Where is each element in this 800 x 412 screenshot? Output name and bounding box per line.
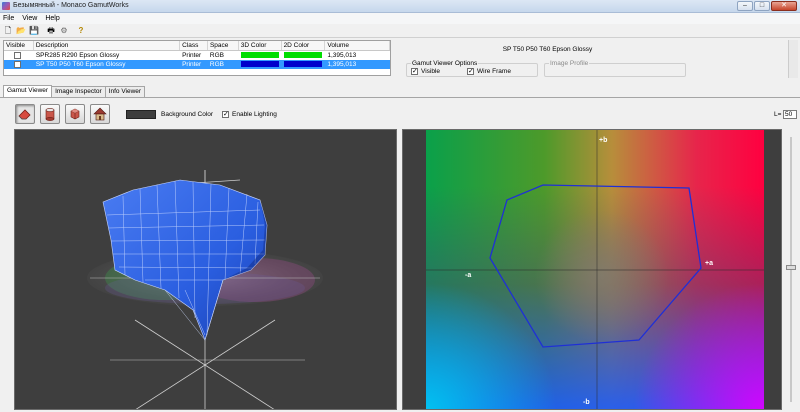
minimize-button[interactable]: – <box>737 1 753 11</box>
tab-divider <box>0 97 800 98</box>
gamut-viewer-options-group: Gamut Viewer Options ✓ Visible ✓ Wire Fr… <box>406 60 538 77</box>
l-slider[interactable] <box>784 129 798 410</box>
image-profile-group: Image Profile <box>544 60 686 77</box>
column-header-description[interactable]: Description <box>34 41 181 50</box>
visible-option-label: Visible <box>421 68 441 75</box>
eraser-icon <box>18 109 31 120</box>
gamut-viewer-options-label: Gamut Viewer Options <box>411 60 479 67</box>
house-icon <box>93 107 107 121</box>
column-header-2d-color[interactable]: 2D Color <box>282 41 326 50</box>
menu-help[interactable]: Help <box>45 15 59 22</box>
axis-label-minus-a: -a <box>465 272 472 279</box>
color-3d-swatch[interactable] <box>240 61 279 67</box>
tab-gamut-viewer[interactable]: Gamut Viewer <box>3 85 53 97</box>
column-header-volume[interactable]: Volume <box>325 41 390 50</box>
new-icon[interactable]: 🗋 <box>3 26 13 36</box>
enable-lighting-label: Enable Lighting <box>232 111 277 118</box>
image-profile-label: Image Profile <box>549 60 590 67</box>
title-bar: Безымянный - Monaco GamutWorks – □ ✕ <box>0 0 800 13</box>
app-icon <box>2 2 10 10</box>
panel-scrollbar[interactable] <box>788 40 798 78</box>
gamut-3d-view[interactable] <box>14 129 397 410</box>
wireframe-option[interactable]: ✓ Wire Frame <box>467 68 511 75</box>
profile-class: Printer <box>182 52 202 59</box>
eraser-view-button[interactable] <box>15 104 35 124</box>
ab-plane-overlay <box>426 130 764 409</box>
axis-label-minus-b: -b <box>583 399 590 406</box>
axis-label-plus-b: +b <box>599 137 608 144</box>
table-row[interactable]: SPR285 R290 Epson Glossy Printer RGB 1,3… <box>4 51 390 60</box>
visible-checkbox[interactable] <box>14 61 21 68</box>
color-2d-swatch[interactable] <box>283 61 322 67</box>
gear-icon[interactable]: ⚙ <box>59 26 69 36</box>
house-view-button[interactable] <box>90 104 110 124</box>
cube-icon <box>70 108 80 120</box>
l-slider-thumb[interactable] <box>786 265 796 270</box>
l-label: L= <box>774 111 782 118</box>
cube-view-button[interactable] <box>65 104 85 124</box>
save-icon[interactable]: 💾 <box>29 26 39 36</box>
background-color-swatch[interactable] <box>126 110 156 119</box>
viewer-options-panel: SP T50 P50 T60 Epson Glossy Gamut Viewer… <box>398 40 800 78</box>
column-header-class[interactable]: Class <box>180 41 208 50</box>
axis-label-plus-a: +a <box>705 260 713 267</box>
window-controls: – □ ✕ <box>737 1 797 11</box>
tab-image-inspector[interactable]: Image Inspector <box>51 86 106 97</box>
column-header-space[interactable]: Space <box>208 41 239 50</box>
profile-table: Visible Description Class Space 3D Color… <box>3 40 391 76</box>
selected-profile-title: SP T50 P50 T60 Epson Glossy <box>502 46 593 53</box>
view-controls: Background Color ✓ Enable Lighting L= 50 <box>0 104 800 126</box>
print-icon[interactable]: 🖶 <box>46 26 56 36</box>
menu-bar: File View Help <box>0 13 800 24</box>
help-icon[interactable]: ? <box>76 26 86 36</box>
menu-view[interactable]: View <box>22 15 37 22</box>
cylinder-icon <box>45 108 55 121</box>
color-3d-swatch[interactable] <box>240 52 279 58</box>
table-header: Visible Description Class Space 3D Color… <box>4 41 390 51</box>
menu-file[interactable]: File <box>3 15 14 22</box>
tab-info-viewer[interactable]: Info Viewer <box>104 86 146 97</box>
profile-class: Printer <box>182 61 202 68</box>
background-color-label: Background Color <box>161 111 214 118</box>
open-folder-icon[interactable]: 📂 <box>16 26 26 36</box>
visible-checkbox-checked[interactable]: ✓ <box>411 68 418 75</box>
window-title: Безымянный - Monaco GamutWorks <box>13 2 129 9</box>
profile-description: SP T50 P50 T60 Epson Glossy <box>35 61 126 68</box>
visible-checkbox[interactable] <box>14 52 21 59</box>
column-header-visible[interactable]: Visible <box>4 41 34 50</box>
color-2d-swatch[interactable] <box>283 52 322 58</box>
tab-bar: Gamut Viewer Image Inspector Info Viewer <box>3 85 146 97</box>
enable-lighting-checkbox[interactable]: ✓ <box>222 111 229 118</box>
gamut-3d-render <box>87 170 323 409</box>
maximize-button[interactable]: □ <box>754 1 770 11</box>
profile-space: RGB <box>209 52 225 59</box>
l-value-input[interactable]: 50 <box>783 110 797 119</box>
cylinder-view-button[interactable] <box>40 104 60 124</box>
wireframe-option-label: Wire Frame <box>477 68 511 75</box>
profile-volume: 1,395,013 <box>327 52 357 59</box>
profile-volume: 1,395,013 <box>327 61 357 68</box>
profile-description: SPR285 R290 Epson Glossy <box>35 52 120 59</box>
table-row[interactable]: SP T50 P50 T60 Epson Glossy Printer RGB … <box>4 60 390 69</box>
column-header-3d-color[interactable]: 3D Color <box>239 41 282 50</box>
visible-option[interactable]: ✓ Visible <box>411 68 440 75</box>
wireframe-checkbox-checked[interactable]: ✓ <box>467 68 474 75</box>
ab-plane-view[interactable]: +b -b +a -a <box>402 129 782 410</box>
close-button[interactable]: ✕ <box>771 1 797 11</box>
profile-space: RGB <box>209 61 225 68</box>
toolbar: 🗋 📂 💾 🖶 ⚙ ? <box>0 24 800 38</box>
